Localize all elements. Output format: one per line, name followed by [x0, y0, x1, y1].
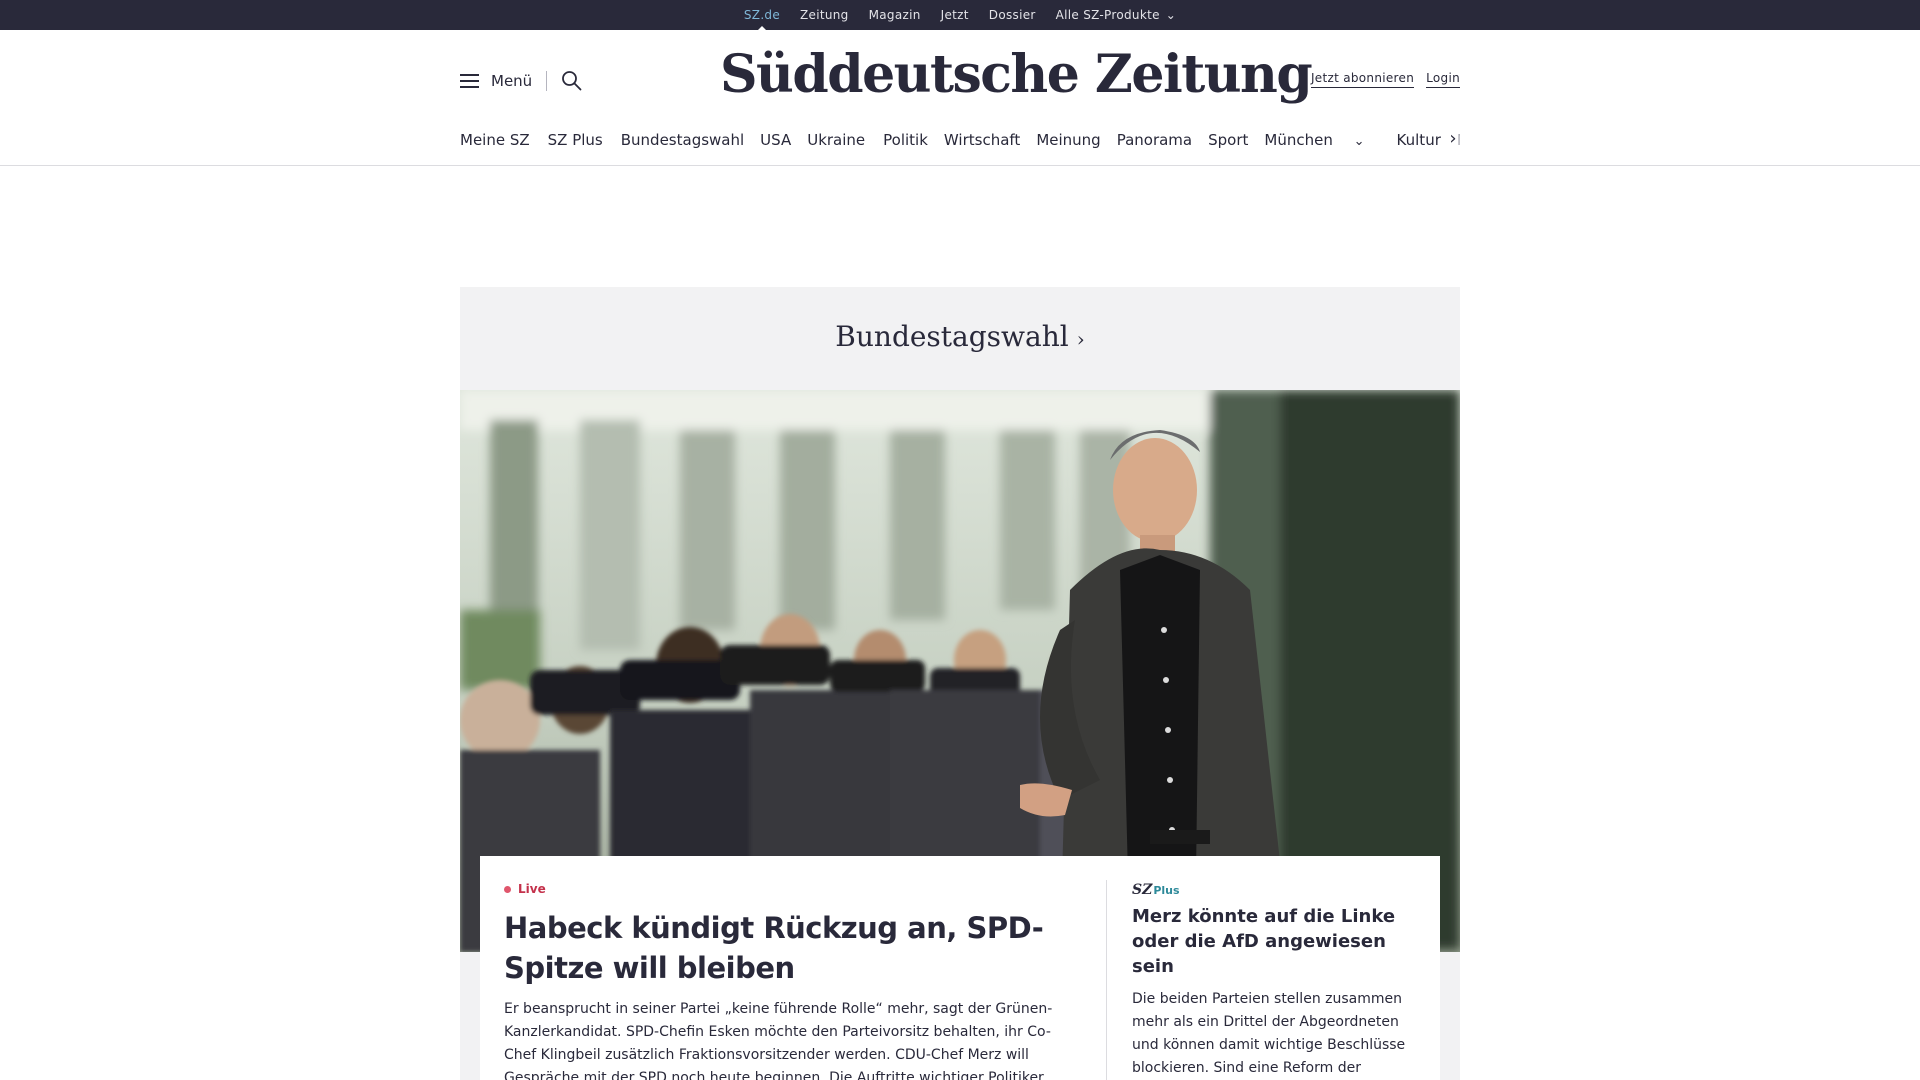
top-bar: SZ.de Zeitung Magazin Jetzt Dossier Alle…: [0, 0, 1920, 32]
sz-plus-label: Plus: [1153, 884, 1180, 897]
sz-plus-logo: SZ: [1132, 882, 1153, 898]
site-logo[interactable]: Süddeutsche Zeitung: [720, 44, 1313, 105]
lead-article[interactable]: Live Habeck kündigt Rückzug an, SPD-Spit…: [504, 882, 1064, 1080]
topbar-link-jetzt[interactable]: Jetzt: [941, 8, 969, 22]
nav-item-kultur[interactable]: Kultur: [1397, 131, 1441, 149]
top-bar-links: SZ.de Zeitung Magazin Jetzt Dossier Alle…: [0, 0, 1920, 32]
search-icon[interactable]: [561, 70, 582, 91]
topbar-link-magazin[interactable]: Magazin: [869, 8, 921, 22]
header-divider: [0, 165, 1920, 166]
lead-teaser: Er beansprucht in seiner Partei „keine f…: [504, 1001, 1053, 1080]
nav-item-sport[interactable]: Sport: [1208, 131, 1248, 149]
topbar-link-zeitung[interactable]: Zeitung: [800, 8, 849, 22]
nav-item-bundestagswahl[interactable]: Bundestagswahl: [621, 131, 744, 149]
nav-item-ukraine[interactable]: Ukraine: [807, 131, 865, 149]
chevron-down-icon: ⌄: [1165, 8, 1177, 22]
chevron-right-icon[interactable]: ›: [1446, 128, 1460, 152]
live-dot-icon: [504, 885, 511, 893]
sz-plus-badge: SZ Plus: [1132, 882, 1422, 898]
nav-item-panorama[interactable]: Panorama: [1117, 131, 1192, 149]
side-teaser: Die beiden Parteien stellen zusammen meh…: [1132, 991, 1406, 1076]
chevron-right-icon: ›: [1076, 327, 1085, 351]
menu-button[interactable]: Menü: [491, 72, 532, 90]
card-divider: [1106, 880, 1107, 1080]
subscribe-link[interactable]: Jetzt abonnieren: [1310, 71, 1415, 88]
nav-item-meinung[interactable]: Meinung: [1036, 131, 1100, 149]
side-headline[interactable]: Merz könnte auf die Linke oder die AfD a…: [1132, 904, 1422, 979]
chevron-down-icon: ⌄: [1353, 134, 1365, 149]
nav-item-wirtschaft[interactable]: Wirtschaft: [944, 131, 1020, 149]
lead-headline[interactable]: Habeck kündigt Rückzug an, SPD-Spitze wi…: [504, 908, 1064, 988]
side-article[interactable]: SZ Plus Merz könnte auf die Linke oder di…: [1132, 882, 1422, 1080]
lead-card: Live Habeck kündigt Rückzug an, SPD-Spit…: [480, 856, 1440, 1080]
nav-item-muenchen-label: München: [1264, 131, 1333, 149]
header-left: Menü: [460, 70, 582, 91]
topbar-link-dossier[interactable]: Dossier: [989, 8, 1036, 22]
nav-item-politik[interactable]: Politik: [883, 131, 928, 149]
nav-item-meine-sz[interactable]: Meine SZ: [460, 131, 530, 149]
section-heading-label: Bundestagswahl: [835, 320, 1069, 353]
nav-item-muenchen[interactable]: München ⌄: [1264, 131, 1380, 149]
live-label: Live: [518, 882, 546, 896]
live-badge: Live: [504, 882, 1064, 896]
main-nav: Meine SZ SZ Plus Bundestagswahl USA Ukra…: [460, 128, 1460, 152]
menu-divider: [546, 70, 548, 91]
section-heading[interactable]: Bundestagswahl ›: [460, 320, 1460, 353]
topbar-link-sz-de[interactable]: SZ.de: [744, 8, 780, 32]
hamburger-icon[interactable]: [460, 73, 479, 88]
topbar-products-label: Alle SZ-Produkte: [1055, 8, 1160, 22]
header-right: Jetzt abonnieren Login: [1310, 71, 1460, 88]
topbar-products-dropdown[interactable]: Alle SZ-Produkte ⌄: [1056, 8, 1177, 22]
nav-item-sz-plus[interactable]: SZ Plus: [548, 131, 603, 149]
nav-item-usa[interactable]: USA: [760, 131, 791, 149]
login-link[interactable]: Login: [1426, 71, 1460, 88]
